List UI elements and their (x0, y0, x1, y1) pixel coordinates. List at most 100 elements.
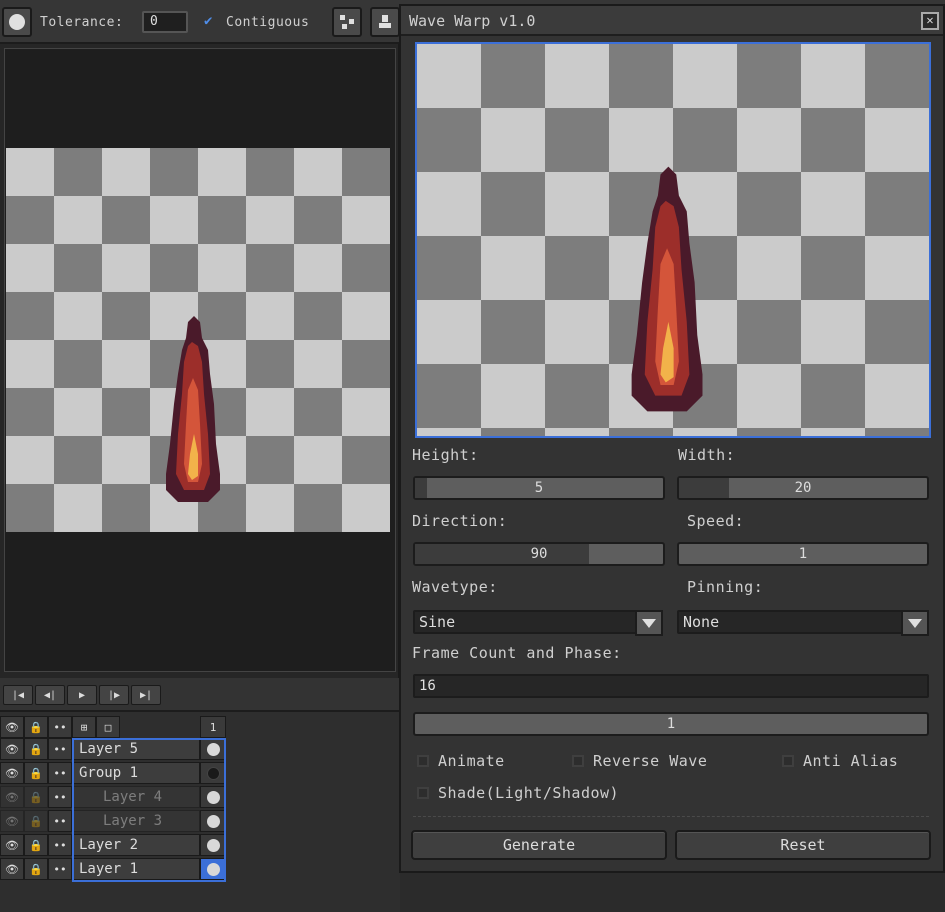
divider (413, 816, 929, 817)
link-header-icon[interactable]: •• (48, 716, 72, 738)
layer-name[interactable]: Layer 3 (72, 810, 200, 832)
layer-row[interactable]: 👁 🔒 •• Layer 5 (0, 738, 228, 762)
reverse-wave-label: Reverse Wave (593, 752, 708, 770)
height-slider[interactable]: 5 (413, 476, 665, 500)
play-button[interactable]: ▶ (67, 685, 97, 705)
eye-icon[interactable]: 👁 (0, 762, 24, 784)
lock-icon[interactable]: 🔒 (24, 858, 48, 880)
eye-icon[interactable]: 👁 (0, 858, 24, 880)
eye-icon[interactable]: 👁 (0, 786, 24, 808)
cel-cell[interactable] (200, 858, 226, 880)
canvas-sprite[interactable] (6, 148, 390, 532)
lock-icon[interactable]: 🔒 (24, 738, 48, 760)
layer-name[interactable]: Layer 4 (72, 786, 200, 808)
phase-slider[interactable]: 1 (413, 712, 929, 736)
pinning-label: Pinning: (687, 578, 764, 596)
chevron-down-icon (908, 618, 922, 628)
eye-icon[interactable]: 👁 (0, 810, 24, 832)
layer-name[interactable]: Layer 1 (72, 858, 200, 880)
layer-group-icon[interactable]: ⊞ (72, 716, 96, 738)
cel-cell[interactable] (200, 738, 226, 760)
lock-icon[interactable]: 🔒 (24, 810, 48, 832)
prev-frame-button[interactable]: ◀| (35, 685, 65, 705)
direction-slider[interactable]: 90 (413, 542, 665, 566)
layer-row[interactable]: 👁 🔒 •• Group 1 (0, 762, 228, 786)
layer-row[interactable]: 👁 🔒 •• Layer 4 (0, 786, 228, 810)
wave-warp-dialog: Wave Warp v1.0 ✕ Height: Width: 5 20 Dir… (399, 4, 945, 873)
lock-icon[interactable]: 🔒 (24, 834, 48, 856)
first-frame-button[interactable]: |◀ (3, 685, 33, 705)
new-layer-icon[interactable]: □ (96, 716, 120, 738)
stamp-icon (379, 15, 391, 28)
skip-forward-icon: ▶| (139, 689, 153, 701)
shade-checkbox[interactable] (417, 787, 429, 799)
cel-cell[interactable] (200, 786, 226, 808)
direction-label: Direction: (412, 512, 508, 530)
layer-name[interactable]: Layer 2 (72, 834, 200, 856)
tolerance-input[interactable]: 0 (142, 11, 188, 33)
shade-label: Shade(Light/Shadow) (438, 784, 620, 802)
link-icon[interactable]: •• (48, 834, 72, 856)
lock-icon[interactable]: 🔒 (24, 762, 48, 784)
width-value: 20 (794, 480, 812, 496)
playback-bar: |◀ ◀| ▶ |▶ ▶| (0, 678, 400, 712)
circle-icon (9, 14, 25, 30)
eye-header-icon[interactable]: 👁 (0, 716, 24, 738)
link-icon[interactable]: •• (48, 810, 72, 832)
frame-number[interactable]: 1 (200, 716, 226, 738)
last-frame-button[interactable]: ▶| (131, 685, 161, 705)
step-forward-icon: |▶ (107, 689, 121, 701)
cel-dot-icon (206, 838, 220, 852)
cel-cell[interactable] (200, 810, 226, 832)
pinning-dropdown-button[interactable] (901, 610, 929, 636)
checkmark-icon[interactable]: ✔ (204, 13, 212, 29)
speed-slider[interactable]: 1 (677, 542, 929, 566)
link-icon[interactable]: •• (48, 738, 72, 760)
stamp-tool-button[interactable] (370, 7, 400, 37)
link-icon[interactable]: •• (48, 858, 72, 880)
wavetype-value: Sine (419, 613, 456, 631)
frame-count-input[interactable]: 16 (413, 674, 929, 698)
next-frame-button[interactable]: |▶ (99, 685, 129, 705)
width-slider[interactable]: 20 (677, 476, 929, 500)
width-label: Width: (678, 446, 736, 464)
direction-value: 90 (530, 546, 548, 562)
share-icon-button[interactable] (332, 7, 362, 37)
eye-icon[interactable]: 👁 (0, 738, 24, 760)
magic-wand-tool-button[interactable] (2, 7, 32, 37)
tolerance-label: Tolerance: (40, 15, 124, 30)
eye-icon[interactable]: 👁 (0, 834, 24, 856)
reverse-wave-checkbox[interactable] (572, 755, 584, 767)
reset-button[interactable]: Reset (675, 830, 931, 860)
layer-row[interactable]: 👁 🔒 •• Layer 1 (0, 858, 228, 882)
dialog-title: Wave Warp v1.0 (401, 6, 943, 36)
layer-row[interactable]: 👁 🔒 •• Layer 3 (0, 810, 228, 834)
layer-name[interactable]: Layer 5 (72, 738, 200, 760)
link-icon[interactable]: •• (48, 786, 72, 808)
close-icon: ✕ (926, 13, 934, 27)
anti-alias-checkbox[interactable] (782, 755, 794, 767)
timeline-header: 👁 🔒 •• ⊞ □ 1 (0, 716, 228, 738)
contiguous-label: Contiguous (226, 15, 310, 30)
cel-cell[interactable] (200, 762, 226, 784)
cel-dot-icon (206, 814, 220, 828)
lock-icon[interactable]: 🔒 (24, 786, 48, 808)
link-icon[interactable]: •• (48, 762, 72, 784)
cel-cell[interactable] (200, 834, 226, 856)
chevron-down-icon (642, 618, 656, 628)
lock-header-icon[interactable]: 🔒 (24, 716, 48, 738)
generate-button[interactable]: Generate (411, 830, 667, 860)
pinning-select[interactable]: None (677, 610, 929, 636)
cel-dot-icon (206, 790, 220, 804)
layer-name[interactable]: Group 1 (72, 762, 200, 784)
close-button[interactable]: ✕ (921, 12, 939, 30)
wavetype-select[interactable]: Sine (413, 610, 663, 636)
height-value: 5 (534, 480, 544, 496)
wavetype-dropdown-button[interactable] (635, 610, 663, 636)
cel-dot-icon (206, 766, 220, 780)
layer-row[interactable]: 👁 🔒 •• Layer 2 (0, 834, 228, 858)
skip-back-icon: |◀ (11, 689, 25, 701)
animate-checkbox[interactable] (417, 755, 429, 767)
canvas-viewport[interactable] (0, 44, 400, 678)
preview-canvas (415, 42, 931, 438)
